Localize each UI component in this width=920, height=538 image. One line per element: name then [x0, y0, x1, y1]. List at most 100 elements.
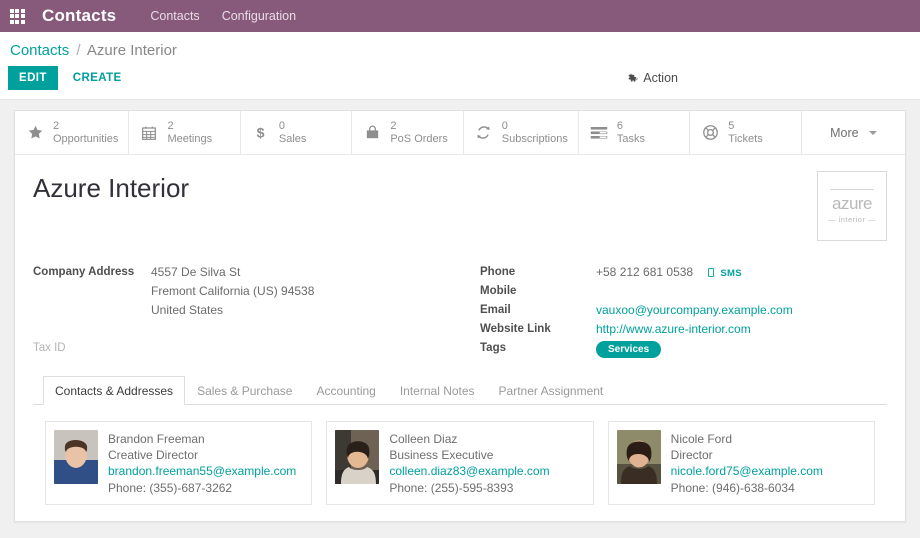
- stat-button-opportunities[interactable]: 2 Opportunities: [15, 111, 130, 154]
- contact-phone: Phone: (255)-595-8393: [389, 480, 514, 495]
- field-value-phone[interactable]: +58 212 681 0538: [596, 265, 693, 279]
- stat-value: 0: [278, 120, 286, 133]
- stat-text: 6 Tasks: [617, 120, 645, 145]
- tab-accounting[interactable]: Accounting: [304, 376, 387, 405]
- lifebuoy-icon: [700, 123, 720, 143]
- field-value-phone-row: +58 212 681 0538 SMS: [596, 263, 793, 282]
- contact-card-body: Brandon Freeman Creative Director brando…: [108, 430, 296, 496]
- tag-services[interactable]: Services: [596, 341, 662, 358]
- stat-value: 6: [616, 120, 623, 133]
- breadcrumb-separator: /: [76, 42, 81, 59]
- stat-button-tickets[interactable]: 5 Tickets: [690, 111, 802, 154]
- create-button[interactable]: CREATE: [62, 66, 133, 90]
- tab-partner-assignment[interactable]: Partner Assignment: [487, 376, 616, 405]
- stat-label: Meetings: [167, 132, 213, 145]
- stat-button-pos-orders[interactable]: 2 PoS Orders: [352, 111, 464, 154]
- stat-value: 0: [501, 120, 508, 133]
- field-value-street[interactable]: 4557 De Silva St: [151, 263, 314, 282]
- stat-label: Opportunities: [53, 132, 119, 145]
- avatar: [335, 430, 380, 484]
- nav-item-contacts[interactable]: Contacts: [150, 9, 199, 23]
- logo-subtext: — interior —: [827, 214, 877, 224]
- contact-card-body: Colleen Diaz Business Executive colleen.…: [389, 430, 549, 496]
- company-logo[interactable]: azure — interior —: [817, 171, 887, 241]
- stat-label: Tickets: [728, 132, 763, 145]
- stat-button-subscriptions[interactable]: 0 Subscriptions: [464, 111, 579, 154]
- stat-value: 5: [728, 120, 735, 133]
- breadcrumb-root[interactable]: Contacts: [10, 42, 69, 59]
- contact-card[interactable]: Brandon Freeman Creative Director brando…: [45, 421, 313, 505]
- nav-item-configuration[interactable]: Configuration: [222, 9, 296, 23]
- app-title: Contacts: [42, 6, 117, 25]
- stat-label: Tasks: [616, 132, 645, 145]
- refresh-icon: [474, 123, 494, 143]
- stat-label: Subscriptions: [501, 132, 568, 145]
- field-value-tags: Services: [596, 339, 793, 358]
- star-icon: [25, 123, 45, 143]
- field-value-tax-id[interactable]: [151, 339, 314, 358]
- stat-button-sales[interactable]: $ 0 Sales: [241, 111, 353, 154]
- apps-grid-icon[interactable]: [4, 0, 30, 32]
- notebook-tabs: Contacts & Addresses Sales & Purchase Ac…: [33, 376, 887, 405]
- tab-sales-purchase[interactable]: Sales & Purchase: [185, 376, 304, 405]
- control-panel: Contacts / Azure Interior EDIT CREATE Ac…: [0, 32, 920, 100]
- stat-text: 2 PoS Orders: [390, 120, 447, 145]
- field-label-company-address: Company Address: [33, 266, 135, 278]
- field-label-tags: Tags: [480, 342, 506, 354]
- avatar: [54, 430, 98, 484]
- field-value-website[interactable]: http://www.azure-interior.com: [596, 320, 793, 339]
- field-label-phone: Phone: [480, 266, 516, 278]
- action-button-label: Action: [643, 71, 678, 85]
- contact-name: Colleen Diaz: [389, 432, 458, 446]
- notebook: Contacts & Addresses Sales & Purchase Ac…: [15, 358, 905, 505]
- fields-area: Company Address Tax ID 4557 De Silva St …: [15, 241, 905, 358]
- record-header: Azure Interior azure — interior —: [15, 155, 905, 241]
- contact-email[interactable]: brandon.freeman55@example.com: [108, 463, 296, 479]
- stat-value: 2: [390, 120, 397, 133]
- sms-link[interactable]: SMS: [708, 268, 742, 279]
- field-value-mobile[interactable]: [596, 282, 793, 301]
- shopping-bag-icon: [362, 123, 382, 143]
- left-labels: Company Address Tax ID: [33, 263, 151, 358]
- field-value-country[interactable]: United States: [151, 301, 314, 320]
- mobile-icon: [708, 268, 717, 279]
- chevron-down-icon: [868, 130, 877, 135]
- contact-email[interactable]: colleen.diaz83@example.com: [389, 463, 549, 479]
- avatar: [616, 430, 661, 484]
- record-sheet: 2 Opportunities 2 Meetings $ 0 Sales 2 P…: [14, 110, 906, 522]
- contact-phone: Phone: (355)-687-3262: [108, 480, 233, 495]
- right-values: +58 212 681 0538 SMS vauxoo@yourcompany.…: [596, 263, 793, 358]
- stat-buttons-bar: 2 Opportunities 2 Meetings $ 0 Sales 2 P…: [15, 111, 905, 155]
- contact-role: Creative Director: [108, 448, 199, 463]
- stat-text: 0 Subscriptions: [502, 120, 568, 145]
- contact-card[interactable]: Colleen Diaz Business Executive colleen.…: [326, 421, 594, 505]
- field-label-email: Email: [480, 304, 511, 316]
- sms-label: SMS: [720, 268, 742, 279]
- fields-right-column: Phone Mobile Email Website Link Tags +58…: [460, 263, 887, 358]
- tasks-list-icon: [589, 123, 609, 143]
- tab-contacts-addresses[interactable]: Contacts & Addresses: [43, 376, 186, 405]
- stat-button-tasks[interactable]: 6 Tasks: [579, 111, 691, 154]
- breadcrumb-current: Azure Interior: [86, 42, 177, 59]
- field-label-blank-1: [33, 282, 151, 301]
- more-stat-buttons-dropdown[interactable]: More: [802, 111, 905, 154]
- dollar-icon: $: [251, 123, 271, 143]
- tab-internal-notes[interactable]: Internal Notes: [388, 376, 487, 405]
- contact-email[interactable]: nicole.ford75@example.com: [671, 463, 823, 479]
- contact-name: Brandon Freeman: [108, 432, 205, 446]
- field-value-email[interactable]: vauxoo@yourcompany.example.com: [596, 301, 793, 320]
- more-label: More: [830, 125, 859, 140]
- edit-button[interactable]: EDIT: [8, 66, 58, 90]
- fields-left-column: Company Address Tax ID 4557 De Silva St …: [33, 263, 460, 358]
- page-title: Azure Interior: [33, 173, 190, 203]
- logo-wordmark: azure: [831, 193, 873, 213]
- contact-card[interactable]: Nicole Ford Director nicole.ford75@examp…: [607, 421, 875, 505]
- stat-button-meetings[interactable]: 2 Meetings: [129, 111, 241, 154]
- navbar-menu: Contacts Configuration: [150, 9, 296, 23]
- stat-text: 5 Tickets: [728, 120, 762, 145]
- action-button[interactable]: Action: [616, 65, 688, 91]
- field-label-blank-2: [33, 301, 151, 320]
- stat-text: 0 Sales: [279, 120, 307, 145]
- field-value-city-state-zip[interactable]: Fremont California (US) 94538: [151, 282, 314, 301]
- control-panel-buttons: EDIT CREATE Action: [8, 65, 910, 91]
